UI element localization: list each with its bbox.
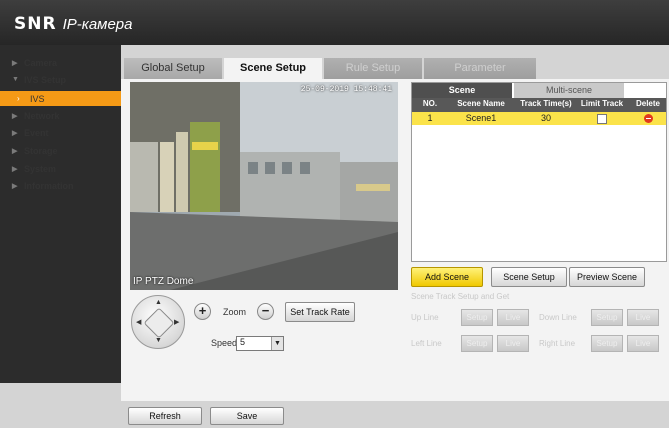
track-setup-title: Scene Track Setup and Get	[411, 292, 510, 301]
sidebar-item-label: IVS Setup	[24, 75, 67, 85]
sidebar-item-storage[interactable]: ▶ Storage	[0, 144, 121, 160]
video-preview[interactable]: 25-09-2019 15:48:41 IP PTZ Dome	[130, 82, 398, 290]
camera-scene-image	[130, 82, 398, 290]
sidebar-item-network[interactable]: ▶ Network	[0, 109, 121, 125]
sidebar-item-label: System	[24, 164, 57, 174]
sidebar-item-label: Storage	[24, 146, 58, 156]
table-row[interactable]: 1 Scene1 30	[412, 112, 666, 125]
sidebar-item-label: Event	[24, 128, 49, 138]
sidebar-item-system[interactable]: ▶ System	[0, 162, 121, 178]
sidebar-item-ivs[interactable]: › IVS	[0, 91, 121, 106]
right-line-label: Right Line	[539, 339, 576, 348]
sidebar-item-ivs-setup[interactable]: ▼ IVS Setup	[0, 73, 121, 89]
table-header: NO. Scene Name Track Time(s) Limit Track…	[412, 98, 666, 112]
ptz-center[interactable]	[143, 307, 175, 339]
sidebar-item-label: IVS	[30, 94, 45, 104]
sidebar: ▶ Camera ▼ IVS Setup › IVS ▶ Network ▶ E…	[0, 45, 121, 383]
chevron-right-icon: ▶	[12, 148, 18, 155]
ptz-right-icon[interactable]: ▶	[174, 318, 179, 326]
ptz-down-icon[interactable]: ▼	[155, 337, 162, 344]
right-line-live-button: Live	[627, 335, 659, 352]
scene-setup-panel: 25-09-2019 15:48:41 IP PTZ Dome ▲ ▼ ◀ ▶ …	[121, 79, 669, 401]
sidebar-item-information[interactable]: ▶ Information	[0, 179, 121, 195]
product-title: IP-камера	[62, 16, 133, 33]
chevron-right-icon: ▶	[12, 113, 18, 120]
up-line-label: Up Line	[411, 313, 439, 322]
add-scene-button[interactable]: Add Scene	[411, 267, 483, 287]
main-content: Global Setup Scene Setup Rule Setup Para…	[121, 45, 669, 428]
scene-setup-button[interactable]: Scene Setup	[491, 267, 567, 287]
sidebar-item-label: Information	[24, 181, 74, 191]
subtab-scene[interactable]: Scene	[412, 83, 512, 98]
tab-global-setup[interactable]: Global Setup	[124, 58, 222, 79]
tab-rule-setup: Rule Setup	[324, 58, 422, 79]
right-line-setup-button: Setup	[591, 335, 623, 352]
left-line-live-button: Live	[497, 335, 529, 352]
sidebar-item-camera[interactable]: ▶ Camera	[0, 56, 121, 72]
speed-value: 5	[240, 337, 246, 347]
chevron-right-icon: ▶	[12, 130, 18, 137]
ptz-up-icon[interactable]: ▲	[155, 299, 162, 306]
chevron-right-icon: ▶	[12, 183, 18, 190]
row-no: 1	[427, 113, 433, 123]
chevron-down-icon: ▼	[271, 337, 283, 350]
sidebar-item-label: Camera	[24, 58, 58, 68]
col-delete: Delete	[635, 99, 660, 108]
ptz-left-icon[interactable]: ◀	[136, 318, 141, 326]
tab-scene-setup[interactable]: Scene Setup	[224, 58, 322, 79]
subtab-multi-scene[interactable]: Multi-scene	[514, 83, 624, 98]
limit-track-checkbox[interactable]	[597, 114, 607, 124]
footer-bar: Refresh Save	[121, 401, 669, 428]
up-line-setup-button: Setup	[461, 309, 493, 326]
row-scene-name: Scene1	[465, 113, 497, 123]
zoom-in-button[interactable]: +	[194, 303, 211, 320]
zoom-label: Zoom	[223, 307, 247, 317]
left-line-label: Left Line	[411, 339, 442, 348]
app-header: SNR IP-камера	[0, 0, 669, 45]
speed-label: Speed	[211, 338, 238, 348]
logo-mark: SNR	[14, 14, 57, 34]
delete-icon[interactable]	[644, 114, 653, 123]
refresh-button[interactable]: Refresh	[128, 407, 202, 425]
scene-list: Scene Multi-scene NO. Scene Name Track T…	[411, 82, 667, 262]
ptz-direction-pad[interactable]: ▲ ▼ ◀ ▶	[131, 295, 185, 349]
down-line-live-button: Live	[627, 309, 659, 326]
osd-timestamp: 25-09-2019 15:48:41	[300, 85, 392, 94]
sidebar-item-label: Network	[24, 111, 60, 121]
logo: SNR IP-камера	[14, 14, 132, 34]
chevron-right-icon: ›	[17, 94, 20, 103]
tab-parameter: Parameter	[424, 58, 536, 79]
chevron-right-icon: ▶	[12, 166, 18, 173]
left-line-setup-button: Setup	[461, 335, 493, 352]
col-scene-name: Scene Name	[457, 99, 505, 108]
col-track-time: Track Time(s)	[520, 99, 572, 108]
col-no: NO.	[422, 99, 438, 108]
chevron-right-icon: ▶	[12, 60, 18, 67]
row-track-time: 30	[540, 113, 551, 123]
up-line-live-button: Live	[497, 309, 529, 326]
sidebar-item-event[interactable]: ▶ Event	[0, 126, 121, 142]
chevron-down-icon: ▼	[12, 76, 19, 83]
preview-scene-button[interactable]: Preview Scene	[569, 267, 645, 287]
zoom-out-button[interactable]: −	[257, 303, 274, 320]
osd-channel-name: IP PTZ Dome	[133, 276, 194, 287]
col-limit-track: Limit Track	[580, 99, 624, 108]
down-line-label: Down Line	[539, 313, 577, 322]
set-track-rate-button[interactable]: Set Track Rate	[285, 302, 355, 322]
save-button[interactable]: Save	[210, 407, 284, 425]
speed-select[interactable]: 5 ▼	[236, 336, 284, 351]
down-line-setup-button: Setup	[591, 309, 623, 326]
